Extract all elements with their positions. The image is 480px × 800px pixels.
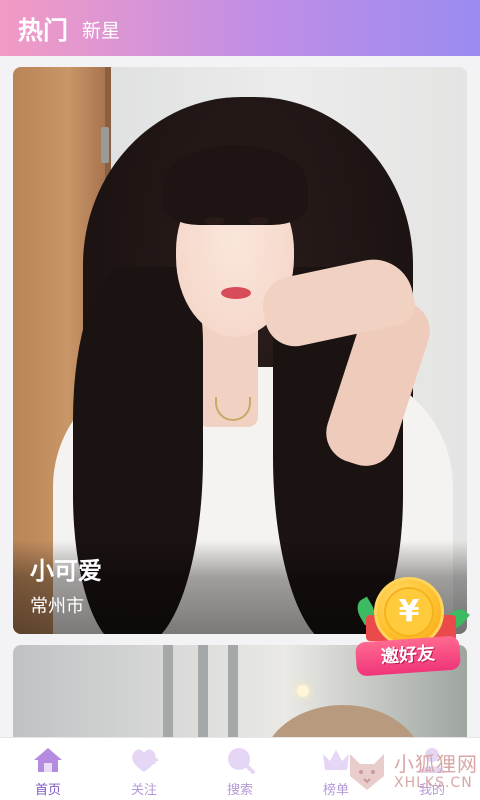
watermark-title: 小狐狸网 [394, 752, 478, 776]
fox-logo-icon [350, 754, 384, 790]
nav-search-label: 搜索 [226, 783, 253, 798]
nav-search[interactable]: 搜索 [192, 738, 288, 800]
nav-home-label: 首页 [34, 783, 61, 798]
invite-friends-label: 邀好友 [354, 635, 462, 677]
tab-new-star[interactable]: 新星 [82, 22, 120, 43]
top-tab-bar: 热门 新星 [0, 0, 480, 56]
profile-name: 小可爱 [30, 557, 102, 585]
heart-plus-icon [132, 749, 158, 772]
home-icon [34, 748, 62, 772]
site-watermark: 小狐狸网 XHLKS.CN [342, 742, 480, 800]
nav-follow-label: 关注 [130, 783, 157, 798]
profile-city: 常州市 [30, 596, 84, 617]
search-icon [228, 748, 255, 774]
watermark-domain: XHLKS.CN [394, 775, 473, 791]
nav-follow[interactable]: 关注 [96, 738, 192, 800]
invite-friends-button[interactable]: ¥ 邀好友 [353, 577, 470, 679]
nav-home[interactable]: 首页 [0, 738, 96, 800]
profile-card[interactable]: 小可爱 常州市 [13, 67, 467, 634]
tab-hot[interactable]: 热门 [18, 18, 68, 43]
